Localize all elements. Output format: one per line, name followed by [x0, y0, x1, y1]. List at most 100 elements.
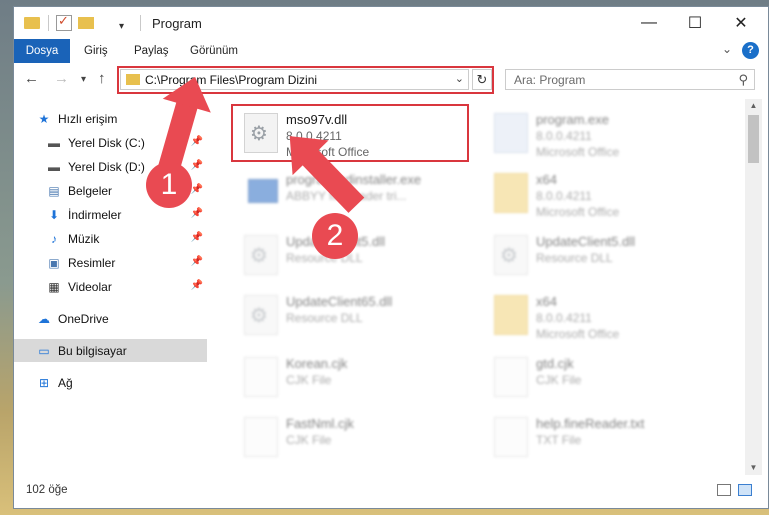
minimize-button[interactable]: — [626, 7, 672, 39]
file-name: UpdateClient5.dll [536, 234, 636, 249]
file-company: Microsoft Office [536, 205, 620, 219]
sidebar-item-onedrive[interactable]: ☁ OneDrive [14, 307, 207, 330]
status-bar: 102 öğe [14, 475, 768, 508]
file-description: CJK File [286, 373, 332, 387]
scroll-down-icon[interactable]: ▼ [745, 461, 762, 475]
sidebar-item-this-pc[interactable]: ▭ Bu bilgisayar [14, 339, 207, 362]
sidebar-item-label: Bu bilgisayar [58, 343, 127, 358]
quick-access-dropdown-icon[interactable]: ▾ [119, 17, 124, 35]
cloud-icon: ☁ [38, 311, 50, 326]
pin-icon[interactable]: 📌 [191, 280, 203, 291]
tab-share[interactable]: Paylaş [134, 39, 169, 63]
tab-file[interactable]: Dosya [14, 39, 70, 63]
pin-icon[interactable]: 📌 [191, 184, 203, 195]
file-version: 8.0.0.4211 [536, 311, 592, 325]
chevron-down-icon[interactable]: ⌄ [455, 72, 464, 85]
file-name: x64 [536, 172, 557, 187]
recent-locations-icon[interactable]: ▾ [81, 74, 86, 85]
properties-icon[interactable] [100, 16, 116, 30]
up-arrow-icon[interactable]: ↑ [98, 70, 106, 87]
file-description: CJK File [536, 373, 582, 387]
close-button[interactable]: ✕ [718, 7, 764, 39]
new-folder-icon[interactable] [78, 17, 94, 29]
pin-icon[interactable]: 📌 [191, 232, 203, 243]
pin-icon[interactable]: 📌 [191, 160, 203, 171]
folder-icon [494, 173, 528, 213]
sidebar-item-label: Resimler [68, 255, 116, 270]
properties-check-icon[interactable] [56, 13, 72, 31]
tiles-view-icon[interactable] [738, 484, 752, 496]
file-name: FastNml.cjk [286, 416, 354, 431]
explorer-window: ▾ Program — ☐ ✕ Dosya Giriş Paylaş Görün… [13, 6, 769, 509]
file-name: programmdinstaller.exe [286, 172, 422, 187]
search-input[interactable] [512, 72, 726, 88]
sidebar-item-label: Belgeler [68, 183, 113, 198]
file-version: 8.0.0.4211 [536, 189, 592, 203]
search-box[interactable]: ⚲ [505, 69, 755, 90]
download-icon: ⬇ [48, 207, 60, 222]
vertical-scrollbar[interactable]: ▲ ▼ [745, 99, 762, 475]
sidebar-item-network[interactable]: ⊞ Ağ [14, 371, 207, 394]
search-icon[interactable]: ⚲ [738, 72, 748, 88]
file-name: Korean.cjk [286, 356, 348, 371]
callout-badge-2: 2 [312, 213, 358, 259]
scroll-thumb[interactable] [748, 115, 759, 163]
file-name: UpdateClient65.dll [286, 294, 393, 309]
list-item[interactable]: UpdateClient65.dll Resource DLL [236, 287, 471, 345]
tab-home[interactable]: Giriş [84, 39, 108, 63]
sidebar-item-pictures[interactable]: ▣ Resimler 📌 [14, 251, 207, 274]
list-item[interactable]: FastNml.cjk CJK File [236, 409, 471, 467]
drive-icon: ▬ [48, 135, 60, 150]
tab-view[interactable]: Görünüm [190, 39, 238, 63]
sidebar-item-label: Ağ [58, 375, 73, 390]
file-description: TXT File [536, 433, 582, 447]
dll-icon [244, 235, 278, 275]
sidebar-item-downloads[interactable]: ⬇ İndirmeler 📌 [14, 203, 207, 226]
scroll-up-icon[interactable]: ▲ [745, 99, 762, 113]
list-item[interactable]: x64 8.0.0.4211 Microsoft Office [486, 287, 721, 345]
folder-icon [126, 74, 140, 85]
list-item[interactable]: UpdateClient5.dll Resource DLL [486, 227, 721, 285]
drive-icon: ▬ [48, 159, 60, 174]
pin-icon[interactable]: 📌 [191, 136, 203, 147]
sidebar-item-videos[interactable]: ▦ Videolar 📌 [14, 275, 207, 298]
exe-icon [494, 113, 528, 153]
star-icon: ★ [38, 111, 50, 126]
sidebar-item-label: Yerel Disk (D:) [68, 159, 145, 174]
forward-arrow-icon[interactable]: → [54, 70, 69, 87]
sidebar-item-music[interactable]: ♪ Müzik 📌 [14, 227, 207, 250]
details-view-icon[interactable] [717, 484, 731, 496]
expand-ribbon-icon[interactable]: ⌄ [722, 42, 732, 56]
computer-icon: ▭ [38, 343, 50, 358]
sidebar-item-label: Yerel Disk (C:) [68, 135, 145, 150]
pin-icon[interactable]: 📌 [191, 256, 203, 267]
list-item[interactable]: Korean.cjk CJK File [236, 349, 471, 407]
file-name: gtd.cjk [536, 356, 574, 371]
list-item[interactable]: help.fineReader.txt TXT File [486, 409, 721, 467]
list-item[interactable]: gtd.cjk CJK File [486, 349, 721, 407]
list-item[interactable]: mso97v.dll 8.0.0.4211 Microsoft Office [236, 105, 471, 163]
title-bar: ▾ Program — ☐ ✕ [14, 7, 768, 39]
file-description: CJK File [286, 433, 332, 447]
file-icon [244, 357, 278, 397]
sidebar-item-label: İndirmeler [68, 207, 122, 222]
sidebar-item-label: OneDrive [58, 311, 109, 326]
file-name: help.fineReader.txt [536, 416, 645, 431]
help-icon[interactable]: ? [742, 42, 759, 59]
text-file-icon [494, 417, 528, 457]
file-icon [244, 417, 278, 457]
item-count: 102 öğe [26, 484, 68, 496]
pictures-icon: ▣ [48, 255, 60, 270]
list-item[interactable]: x64 8.0.0.4211 Microsoft Office [486, 165, 721, 223]
back-arrow-icon[interactable]: ← [24, 70, 39, 87]
refresh-button[interactable]: ↻ [472, 69, 492, 90]
list-item[interactable]: program.exe 8.0.0.4211 Microsoft Office [486, 105, 721, 163]
file-company: Microsoft Office [536, 327, 620, 341]
dll-icon [244, 295, 278, 335]
pin-icon[interactable]: 📌 [191, 208, 203, 219]
folder-icon[interactable] [24, 17, 40, 29]
network-icon: ⊞ [38, 375, 50, 390]
music-icon: ♪ [51, 231, 57, 246]
maximize-button[interactable]: ☐ [672, 7, 718, 39]
folder-icon [494, 295, 528, 335]
